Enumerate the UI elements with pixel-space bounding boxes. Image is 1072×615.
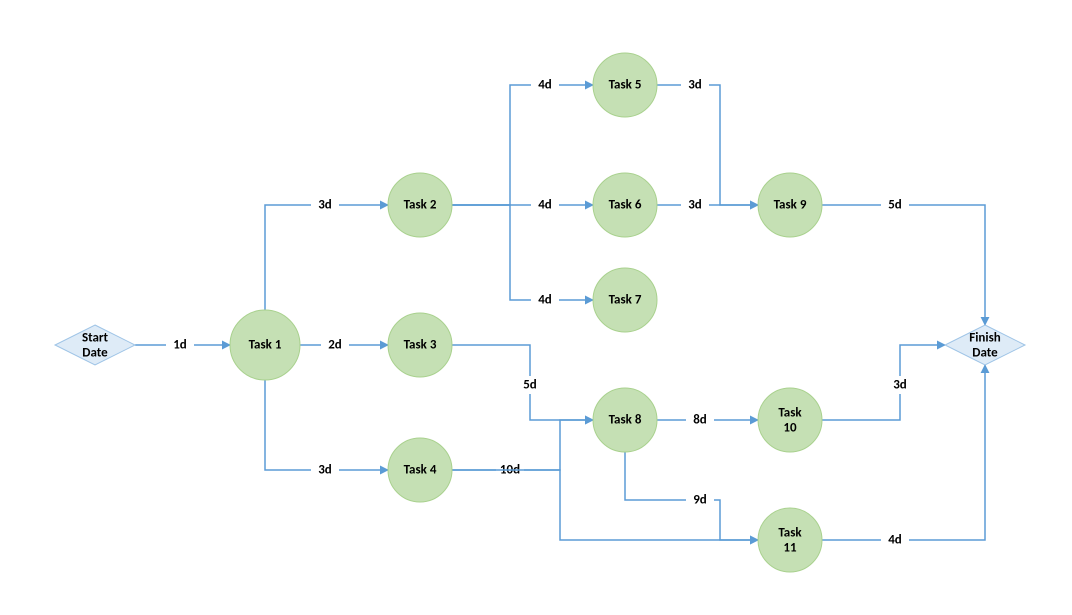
- node-t4-label: Task 4: [404, 463, 437, 478]
- e-t2-t5-label: 4d: [538, 78, 552, 93]
- e-t8-t11-label: 9d: [693, 493, 707, 508]
- nodes-layer: StartDateFinishDateTask 1Task 2Task 3Tas…: [55, 53, 1025, 572]
- e-t2-t5: [452, 85, 593, 205]
- node-t5-label: Task 5: [609, 78, 642, 93]
- node-t7-label: Task 7: [609, 293, 642, 308]
- e-t6-t9-label: 3d: [688, 198, 702, 213]
- e-t5-t9: [657, 85, 758, 205]
- node-t9-label: Task 9: [774, 198, 807, 213]
- e-t11-finish-label: 4d: [888, 533, 902, 548]
- e-t5-t9-label: 3d: [688, 78, 702, 93]
- e-t9-finish: [822, 205, 985, 325]
- e-start-t1-label: 1d: [173, 338, 187, 353]
- node-t10-label2: 10: [783, 421, 797, 436]
- node-t3-label: Task 3: [404, 338, 437, 353]
- e-t1-t2: [265, 205, 388, 310]
- node-finish-label: Finish: [969, 331, 1001, 346]
- e-t1-t3-label: 2d: [328, 338, 342, 353]
- node-t2-label: Task 2: [404, 198, 437, 213]
- node-t8-label: Task 8: [609, 413, 642, 428]
- node-start-label2: Date: [82, 346, 108, 361]
- e-t1-t4-label: 3d: [318, 463, 332, 478]
- e-t2-t7-label: 4d: [538, 293, 552, 308]
- node-start-label: Start: [82, 331, 109, 346]
- e-t1-t4: [265, 380, 388, 470]
- node-t11-label: Task: [778, 526, 802, 541]
- pert-diagram: 1d3d2d3d4d4d4d5d10d3d3d8d9d5d3d4dStartDa…: [0, 0, 1072, 615]
- e-t2-t6-label: 4d: [538, 198, 552, 213]
- e-t10-finish-label: 3d: [893, 378, 907, 393]
- node-t10-label: Task: [778, 406, 802, 421]
- node-t6-label: Task 6: [609, 198, 642, 213]
- e-t8-t10-label: 8d: [693, 413, 707, 428]
- e-t1-t2-label: 3d: [318, 198, 332, 213]
- node-finish-label2: Date: [972, 346, 998, 361]
- e-t10-finish: [822, 345, 945, 420]
- e-t9-finish-label: 5d: [888, 198, 902, 213]
- node-t11-label2: 11: [783, 541, 797, 556]
- e-t3-t8-label: 5d: [523, 378, 537, 393]
- node-t1-label: Task 1: [249, 338, 282, 353]
- e-t2-t7: [452, 205, 593, 300]
